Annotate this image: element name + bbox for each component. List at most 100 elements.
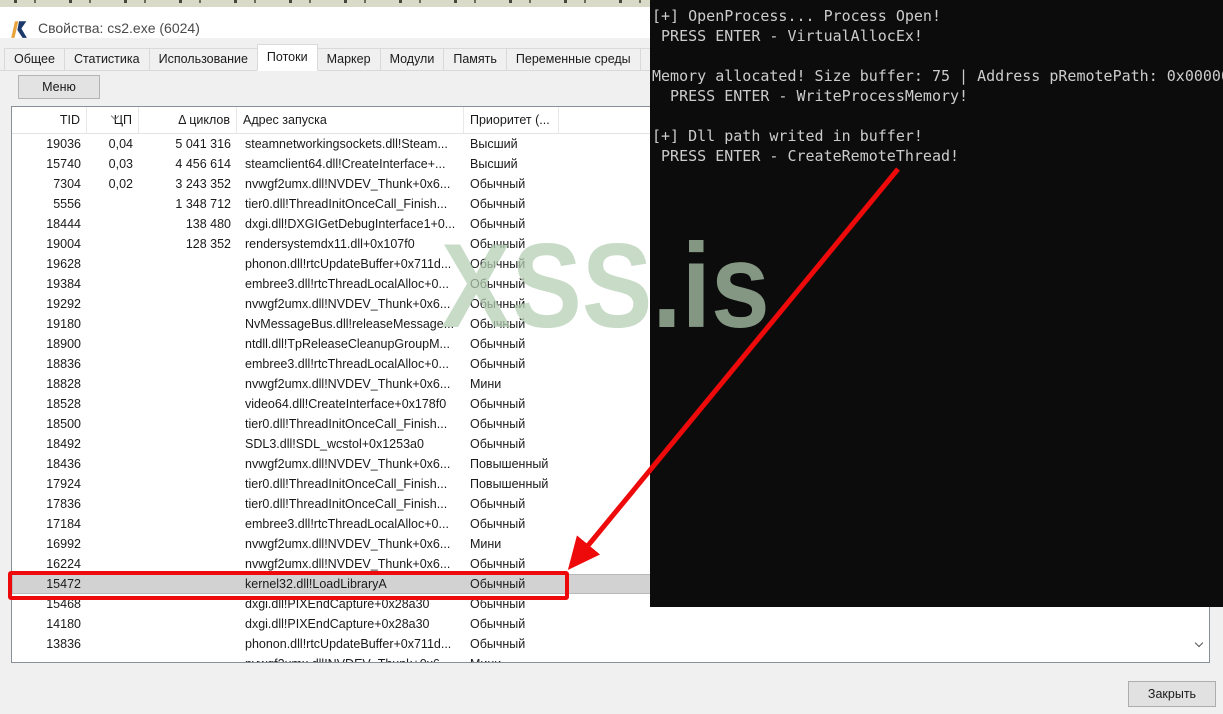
cell-cycles: 138 480 (185, 217, 231, 231)
process-hacker-icon (11, 21, 27, 38)
cell-address: dxgi.dll!DXGIGetDebugInterface1+0... (245, 217, 456, 231)
cell-tid: 18900 (46, 337, 81, 351)
tab-1[interactable]: Общее (4, 48, 65, 71)
cell-address: NvMessageBus.dll!releaseMessage... (245, 317, 455, 331)
cell-priority: Обычный (470, 357, 526, 371)
cell-tid: 19628 (46, 257, 81, 271)
cell-cycles: 1 348 712 (175, 197, 231, 211)
window-title: Свойства: cs2.exe (6024) (38, 20, 200, 36)
cell-tid: 14180 (46, 617, 81, 631)
cell-priority: Обычный (470, 177, 526, 191)
cell-cycles: 4 456 614 (175, 157, 231, 171)
cell-address: tier0.dll!ThreadInitOnceCall_Finish... (245, 197, 448, 211)
cell-address: dxgi.dll!PIXEndCapture+0x28a30 (245, 597, 430, 611)
cell-priority: Обычный (470, 277, 526, 291)
cell-priority: Обычный (470, 577, 526, 591)
cell-address: tier0.dll!ThreadInitOnceCall_Finish... (245, 477, 448, 491)
column-header-label: TID (59, 113, 80, 127)
cell-priority: Обычный (470, 337, 526, 351)
cell-address: dxgi.dll!PIXEndCapture+0x28a30 (245, 617, 430, 631)
cell-tid: 15472 (46, 577, 81, 591)
cell-priority: Повышенный (470, 457, 549, 471)
cell-priority: Обычный (470, 437, 526, 451)
cell-address: tier0.dll!ThreadInitOnceCall_Finish... (245, 417, 448, 431)
cell-address: phonon.dll!rtcUpdateBuffer+0x711d... (245, 257, 452, 271)
cell-priority: Обычный (470, 297, 526, 311)
cell-tid: 18436 (46, 457, 81, 471)
cell-address: embree3.dll!rtcThreadLocalAlloc+0... (245, 517, 449, 531)
cell-address: nvwgf2umx.dll!NVDEV_Thunk+0x6... (237, 657, 464, 662)
tab-2[interactable]: Статистика (63, 48, 150, 71)
cell-address: nvwgf2umx.dll!NVDEV_Thunk+0x6... (245, 177, 451, 191)
cell-tid: 18528 (46, 397, 81, 411)
cell-tid: 13836 (46, 637, 81, 651)
cell-priority: Обычный (470, 497, 526, 511)
cell-tid: 17836 (46, 497, 81, 511)
scrollbar-down-button[interactable] (1191, 635, 1206, 651)
cell-address: embree3.dll!rtcThreadLocalAlloc+0... (245, 277, 449, 291)
cell-priority: Повышенный (470, 477, 549, 491)
cell-priority: Обычный (470, 397, 526, 411)
cell-priority: Обычный (470, 257, 526, 271)
cell-address: SDL3.dll!SDL_wcstol+0x1253a0 (245, 437, 424, 451)
tab-5[interactable]: Маркер (316, 48, 381, 71)
cell-address: steamclient64.dll!CreateInterface+... (245, 157, 446, 171)
tab-4[interactable]: Потоки (256, 44, 318, 71)
cell-tid: 19384 (46, 277, 81, 291)
menu-button[interactable]: Меню (18, 75, 100, 99)
table-row[interactable]: nvwgf2umx.dll!NVDEV_Thunk+0x6...Мини (12, 654, 1209, 662)
cell-tid: 18444 (46, 217, 81, 231)
column-header-label: Адрес запуска (243, 113, 327, 127)
cell-priority: Мини (464, 657, 559, 662)
cell-address: nvwgf2umx.dll!NVDEV_Thunk+0x6... (245, 557, 451, 571)
cell-cycles: 5 041 316 (175, 137, 231, 151)
cell-tid: 5556 (53, 197, 81, 211)
cell-tid: 17924 (46, 477, 81, 491)
cell-priority: Обычный (470, 417, 526, 431)
table-row[interactable]: 13836 phonon.dll!rtcUpdateBuffer+0x711d..… (12, 634, 1209, 654)
column-header-1[interactable]: TID (12, 107, 87, 133)
cell-priority: Обычный (470, 217, 526, 231)
cell-tid: 15468 (46, 597, 81, 611)
cell-address: nvwgf2umx.dll!NVDEV_Thunk+0x6... (245, 457, 451, 471)
cell-tid: 18828 (46, 377, 81, 391)
cell-address: embree3.dll!rtcThreadLocalAlloc+0... (245, 357, 449, 371)
cell-address: rendersystemdx11.dll+0x107f0 (245, 237, 415, 251)
cell-priority: Мини (470, 377, 502, 391)
tab-8[interactable]: Переменные среды (505, 48, 641, 71)
table-row[interactable]: 14180 dxgi.dll!PIXEndCapture+0x28a30 Обычн… (12, 614, 1209, 634)
cell-cpu: 0,02 (108, 177, 133, 191)
cell-address: nvwgf2umx.dll!NVDEV_Thunk+0x6... (245, 537, 451, 551)
cell-priority: Высший (470, 137, 518, 151)
close-button[interactable]: Закрыть (1128, 681, 1216, 707)
cell-tid: 18492 (46, 437, 81, 451)
cell-tid: 7304 (53, 177, 81, 191)
console-window[interactable]: [+] OpenProcess... Process Open! PRESS E… (650, 0, 1223, 607)
cell-tid: 19004 (46, 237, 81, 251)
cell-tid: 17184 (46, 517, 81, 531)
cell-cpu: 0,04 (108, 137, 133, 151)
cell-priority: Обычный (470, 637, 526, 651)
tab-6[interactable]: Модули (379, 48, 445, 71)
tab-7[interactable]: Память (443, 48, 507, 71)
cell-priority: Обычный (470, 317, 526, 331)
cell-tid: 19036 (46, 137, 81, 151)
cell-tid: 18836 (46, 357, 81, 371)
column-header-3[interactable]: Δ циклов (139, 107, 237, 133)
cell-tid: 15740 (46, 157, 81, 171)
cell-priority: Обычный (470, 557, 526, 571)
cell-priority: Обычный (470, 197, 526, 211)
column-header-4[interactable]: Адрес запуска (237, 107, 464, 133)
column-header-2[interactable]: ЦП (87, 107, 139, 133)
cell-cycles: 3 243 352 (175, 177, 231, 191)
cell-address: ntdll.dll!TpReleaseCleanupGroupM... (245, 337, 450, 351)
cell-address: phonon.dll!rtcUpdateBuffer+0x711d... (245, 637, 452, 651)
cell-address: nvwgf2umx.dll!NVDEV_Thunk+0x6... (245, 377, 451, 391)
cell-tid: 18500 (46, 417, 81, 431)
column-header-5[interactable]: Приоритет (... (464, 107, 559, 133)
cell-tid: 16992 (46, 537, 81, 551)
cell-cpu: 0,03 (108, 157, 133, 171)
cell-tid: 16224 (46, 557, 81, 571)
column-header-label: Δ циклов (178, 113, 230, 127)
tab-3[interactable]: Использование (148, 48, 258, 71)
